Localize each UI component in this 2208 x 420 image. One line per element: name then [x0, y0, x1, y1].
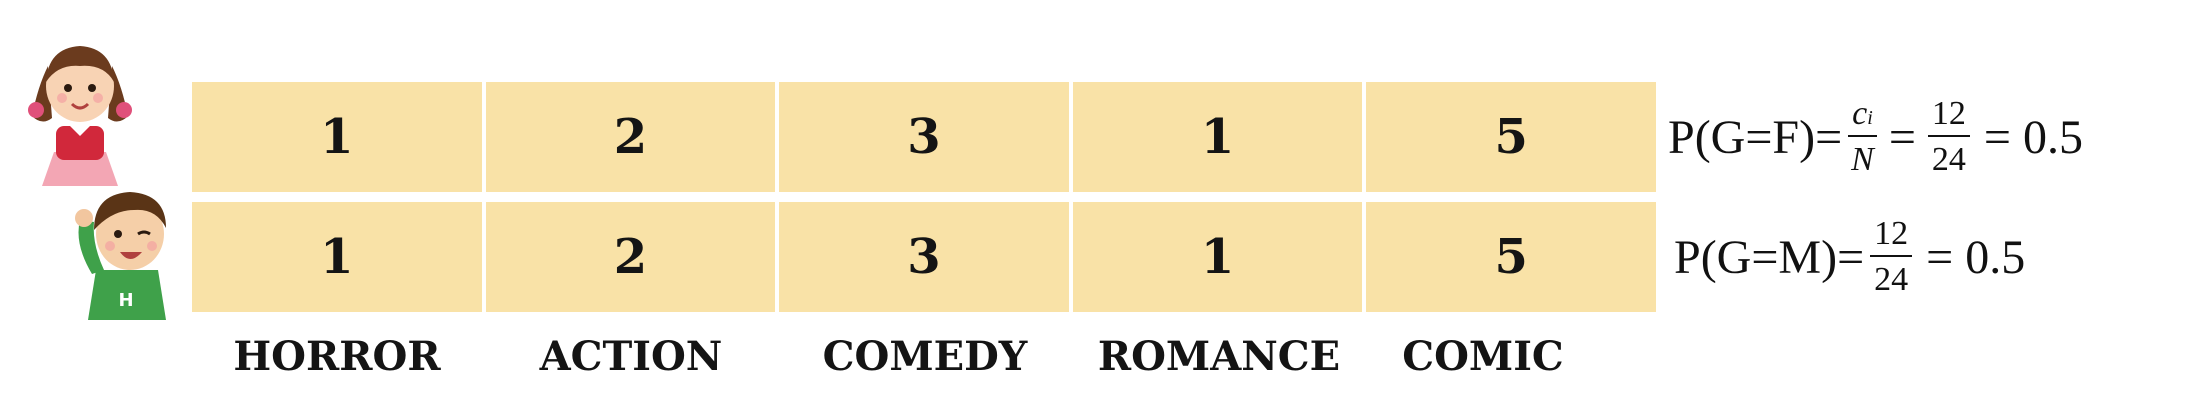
formula-female-fraction: 12 24: [1927, 97, 1970, 178]
genre-label-comedy: COMEDY: [822, 332, 1028, 380]
formula-female-num: 12: [1927, 97, 1970, 137]
boy-avatar-icon: H: [75, 192, 166, 320]
svg-text:H: H: [118, 290, 133, 311]
formula-female-sub: i: [1867, 107, 1873, 129]
formula-female-ci-over-n: ci N: [1848, 97, 1877, 177]
male-horror-count: 1: [192, 202, 482, 312]
formula-male-den: 24: [1874, 261, 1909, 298]
male-comic-count: 5: [1366, 202, 1656, 312]
formula-female-eq: =: [1888, 110, 1916, 164]
genre-label-horror: HORROR: [233, 332, 441, 380]
female-romance-count: 1: [1072, 82, 1363, 192]
formula-female-result: = 0.5: [1983, 110, 2083, 164]
male-action-count: 2: [485, 202, 776, 312]
male-row: 1 2 3 1 5: [192, 202, 1656, 312]
formula-male: P(G=M)= 12 24 = 0.5: [1674, 202, 2025, 312]
genre-count-table: 1 2 3 1 5 1 2 3 1 5: [192, 82, 1656, 312]
formula-male-fraction: 12 24: [1870, 217, 1913, 298]
male-romance-count: 1: [1072, 202, 1363, 312]
formula-female-n: N: [1851, 141, 1874, 178]
genre-labels: HORROR ACTION COMEDY ROMANCE COMIC: [192, 326, 1656, 386]
female-horror-count: 1: [192, 82, 482, 192]
formula-male-lhs: P(G=M)=: [1674, 230, 1865, 284]
formula-female-c: c: [1852, 95, 1868, 132]
female-comic-count: 5: [1366, 82, 1656, 192]
female-action-count: 2: [485, 82, 776, 192]
genre-label-comic: COMIC: [1402, 332, 1564, 380]
girl-avatar-icon: [28, 46, 132, 186]
female-row: 1 2 3 1 5: [192, 82, 1656, 192]
formula-female-den: 24: [1931, 141, 1966, 178]
formula-female-lhs: P(G=F)=: [1668, 110, 1843, 164]
genre-label-romance: ROMANCE: [1097, 332, 1341, 380]
formula-male-num: 12: [1870, 217, 1913, 257]
formula-male-result: = 0.5: [1926, 230, 2026, 284]
formula-female: P(G=F)= ci N = 12 24 = 0.5: [1668, 82, 2083, 192]
genre-label-action: ACTION: [539, 332, 723, 380]
male-comedy-count: 3: [779, 202, 1069, 312]
female-comedy-count: 3: [779, 82, 1069, 192]
